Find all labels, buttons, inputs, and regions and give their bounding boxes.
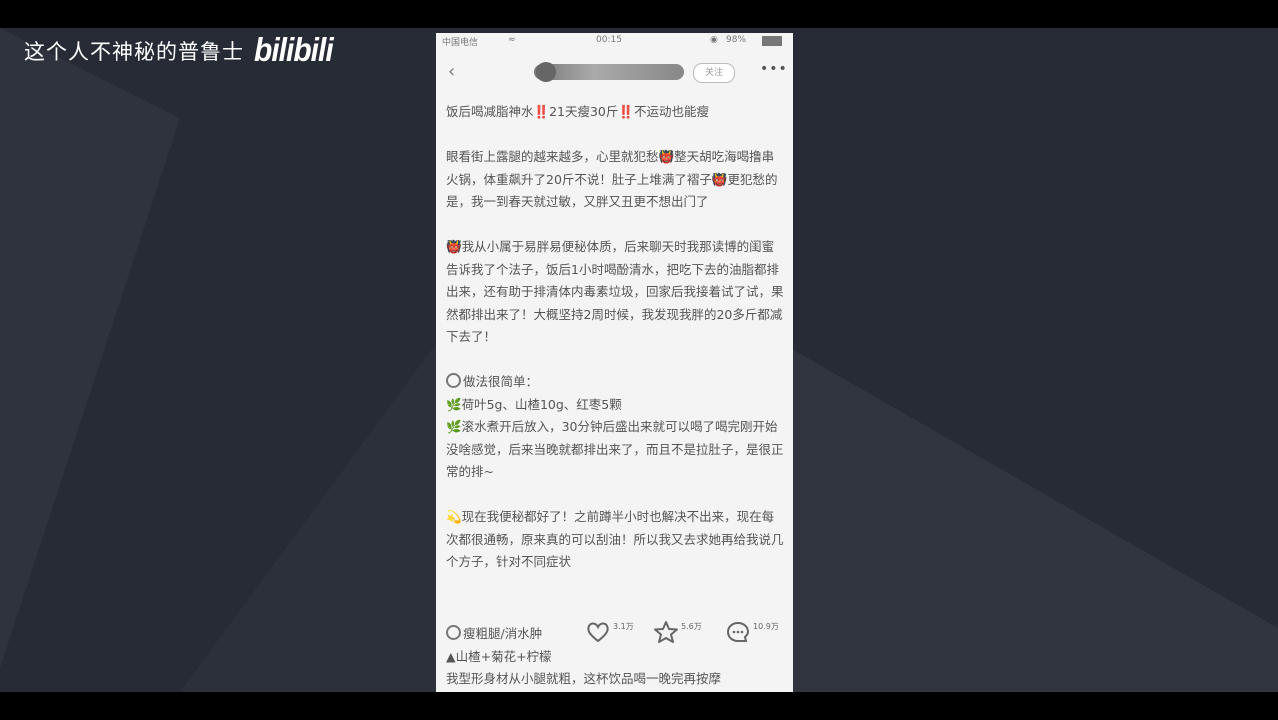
method-line: 🌿滚水煮开后放入，30分钟后盛出来就可以喝了喝完刚开始没啥感觉，后来当晚就都排出…	[446, 419, 784, 479]
post-paragraph: 💫现在我便秘都好了！之前蹲半小时也解决不出来，现在每次都很通畅，原来真的可以刮油…	[446, 509, 784, 569]
wifi-icon: ≈	[508, 35, 516, 45]
engagement-bar: 3.1万 5.6万 10.9万	[586, 621, 793, 645]
back-button[interactable]: ‹	[448, 61, 455, 82]
method-title: 做法很简单：	[446, 371, 786, 394]
bilibili-logo: bilibili	[254, 32, 334, 69]
tip-line: ▲山楂+菊花+柠檬	[446, 648, 552, 664]
favorite-button[interactable]: 5.6万	[654, 621, 702, 643]
heart-icon	[587, 622, 609, 643]
video-watermark: 这个人不神秘的普鲁士 bilibili	[24, 32, 334, 69]
follow-button[interactable]: 关注	[693, 63, 735, 83]
method-line: 🌿荷叶5g、山楂10g、红枣5颗	[446, 396, 622, 412]
letterbox-bottom	[0, 692, 1278, 720]
post-paragraph: 眼看街上露腿的越来越多，心里就犯愁👹整天胡吃海喝撸串火锅，体重飙升了20斤不说！…	[446, 149, 778, 209]
circle-icon	[446, 625, 461, 640]
comment-button[interactable]: 10.9万	[726, 621, 779, 643]
post-nav-bar: ‹ 关注 •••	[436, 55, 793, 89]
carrier-label: 中国电信	[442, 38, 479, 48]
battery-icon	[762, 36, 782, 46]
battery-percent: 98%	[726, 35, 747, 45]
author-name-blurred[interactable]	[534, 64, 684, 80]
status-bar: 中国电信 ≈ 00:15 ◉ 98%	[436, 33, 793, 49]
more-options-button[interactable]: •••	[760, 61, 788, 77]
circle-icon	[446, 373, 461, 388]
star-count: 5.6万	[681, 622, 702, 631]
post-paragraph: 👹我从小属于易胖易便秘体质，后来聊天时我那读博的闺蜜告诉我了个法子，饭后1小时喝…	[446, 239, 784, 344]
tip-line: 我型形身材从小腿就粗，这杯饮品喝一晚完再按摩	[446, 671, 722, 686]
status-time: 00:15	[596, 35, 622, 45]
star-icon	[654, 621, 678, 643]
watermark-text: 这个人不神秘的普鲁士	[24, 40, 244, 64]
comment-count: 10.9万	[753, 622, 779, 631]
comment-icon	[726, 621, 750, 642]
alarm-icon: ◉	[710, 35, 718, 45]
phone-screen: 中国电信 ≈ 00:15 ◉ 98% ‹ 关注 ••• 饭后喝减脂神水‼️21天…	[436, 33, 793, 692]
post-content: 饭后喝减脂神水‼️21天瘦30斤‼️不运动也能瘦 眼看街上露腿的越来越多，心里就…	[446, 101, 786, 574]
like-button[interactable]: 3.1万	[586, 621, 634, 643]
like-count: 3.1万	[613, 622, 634, 631]
post-title: 饭后喝减脂神水‼️21天瘦30斤‼️不运动也能瘦	[446, 104, 709, 119]
letterbox-top	[0, 0, 1278, 28]
avatar[interactable]	[536, 62, 556, 82]
